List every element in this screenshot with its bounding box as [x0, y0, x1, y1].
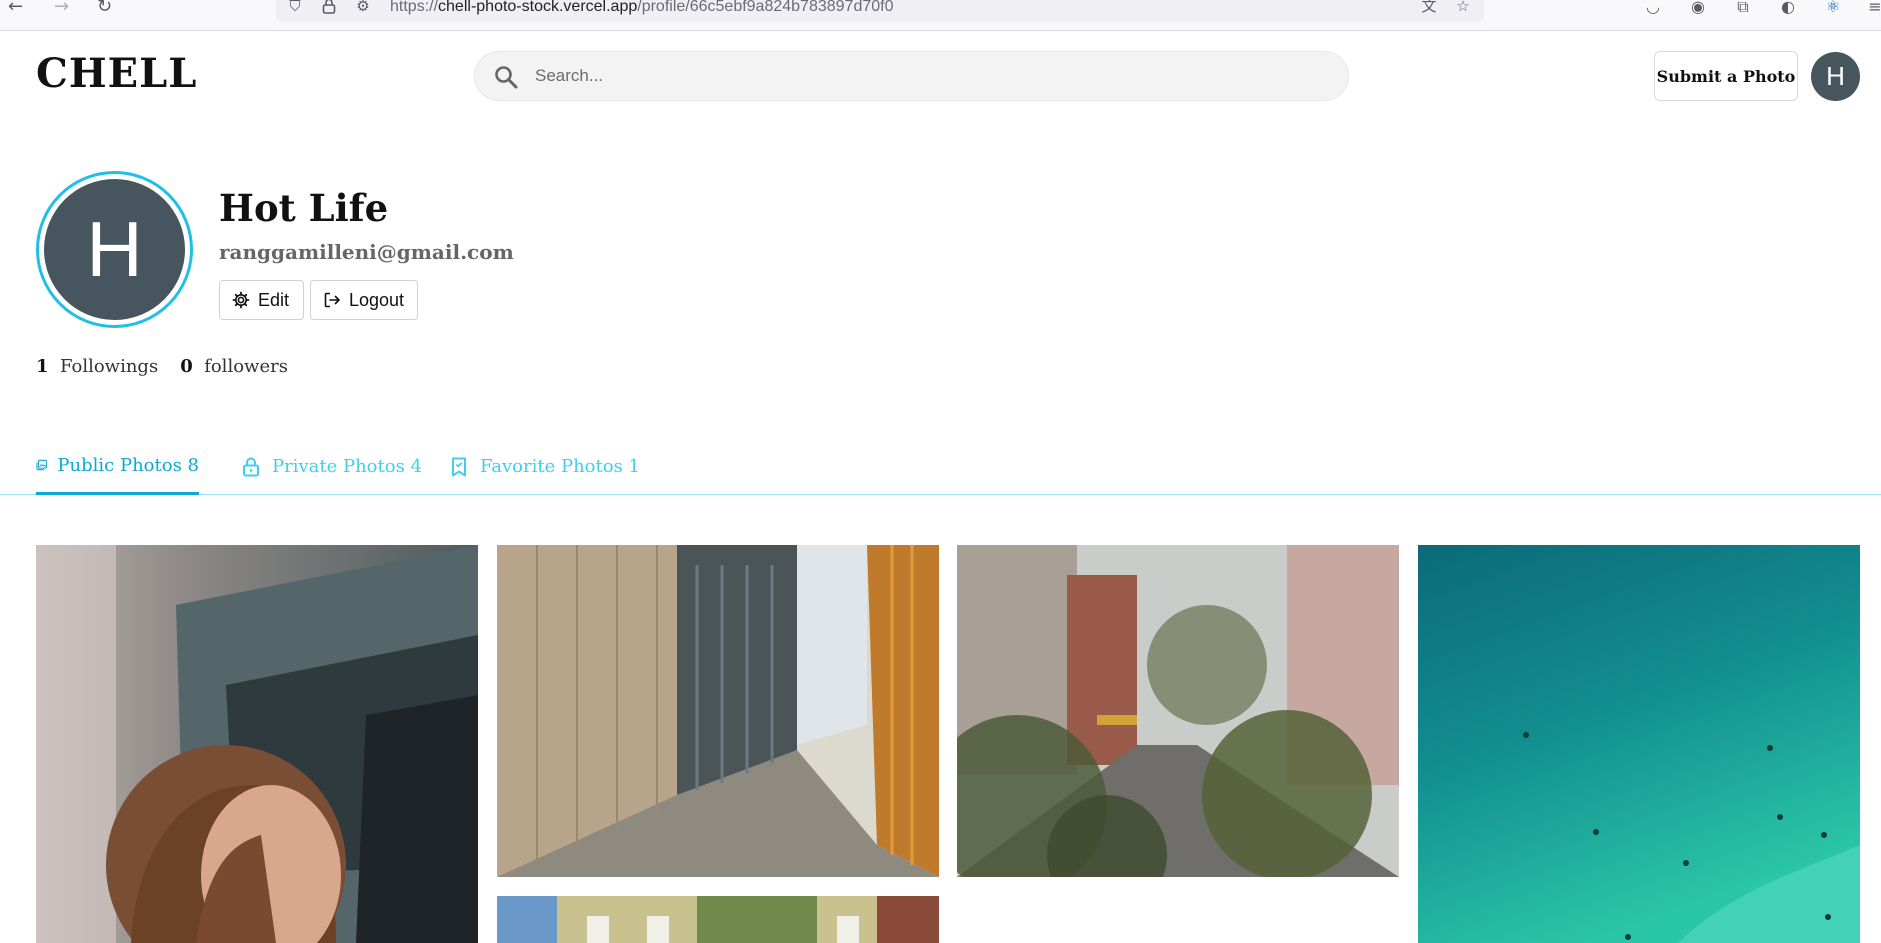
bookmark-icon	[452, 457, 466, 476]
tab-public-label: Public Photos 8	[57, 454, 199, 476]
tab-private-label: Private Photos 4	[272, 456, 423, 477]
url-prefix: https://	[390, 0, 439, 15]
permissions-icon[interactable]: ⚙	[354, 0, 372, 16]
photo-image	[497, 896, 939, 943]
url-path: /profile/66c5ebf9a824b783897d70f0	[637, 0, 894, 15]
profile-name: Hot Life	[219, 186, 389, 230]
url-text[interactable]: https://chell-photo-stock.vercel.app/pro…	[390, 0, 893, 16]
url-host: chell-photo-stock.vercel.app	[438, 0, 638, 15]
logo[interactable]: CHELL	[36, 50, 197, 97]
profile-avatar-ring: H	[36, 171, 193, 328]
photo-image	[497, 545, 939, 877]
logout-label: Logout	[349, 289, 405, 310]
photo-building-alley[interactable]	[497, 545, 939, 877]
search-icon	[495, 66, 518, 89]
star-icon[interactable]: ☆	[1454, 0, 1472, 16]
photo-image	[957, 545, 1399, 877]
follow-stats: 1 Followings 0 followers	[36, 356, 288, 377]
search-input[interactable]	[535, 52, 1325, 100]
photo-tree-lined-street[interactable]	[957, 545, 1399, 877]
photo-image	[1418, 545, 1860, 943]
logout-icon	[324, 292, 340, 308]
back-icon[interactable]: ←	[8, 0, 23, 18]
photo-woman-by-bus[interactable]	[36, 545, 478, 943]
shield-icon[interactable]: ⛉	[286, 0, 304, 16]
photo-building-facade[interactable]	[497, 896, 939, 943]
reload-icon[interactable]: ↻	[97, 0, 112, 18]
followers-count: 0	[180, 356, 193, 377]
followings-label: Followings	[59, 356, 159, 377]
followings-link[interactable]: 1 Followings	[36, 356, 158, 377]
menu-icon[interactable]: ≡	[1864, 0, 1881, 17]
lock-icon	[243, 457, 259, 476]
extensions-icon[interactable]: ⧉	[1732, 0, 1754, 17]
edit-button[interactable]: Edit	[219, 280, 304, 320]
edit-label: Edit	[258, 289, 290, 310]
gear-icon	[232, 291, 250, 309]
browser-toolbar: ← → ↻ ⛉ ⚙ https://chell-photo-stock.verc…	[0, 0, 1881, 31]
tab-favorite-photos[interactable]: Favorite Photos 1	[448, 438, 640, 495]
tab-private-photos[interactable]: Private Photos 4	[240, 438, 422, 495]
tab-favorite-label: Favorite Photos 1	[480, 456, 640, 477]
submit-photo-button[interactable]: Submit a Photo	[1654, 51, 1798, 101]
translate-icon[interactable]: 文	[1420, 0, 1438, 16]
address-bar[interactable]: ⛉ ⚙ https://chell-photo-stock.vercel.app…	[276, 0, 1484, 22]
photo-tabs: Public Photos 8 Private Photos 4 Favorit…	[0, 438, 1881, 495]
lock-icon[interactable]	[320, 0, 338, 16]
user-avatar[interactable]: H	[1811, 52, 1860, 101]
profile-avatar: H	[44, 179, 185, 320]
logout-button[interactable]: Logout	[310, 280, 418, 320]
pocket-icon[interactable]: ◡	[1642, 0, 1664, 17]
photo-image	[36, 545, 478, 943]
followers-label: followers	[204, 356, 288, 377]
followings-count: 1	[36, 356, 49, 377]
tab-public-photos[interactable]: Public Photos 8	[36, 438, 199, 495]
extension-icon[interactable]: ◐	[1777, 0, 1799, 17]
photo-turquoise-sea[interactable]	[1418, 545, 1860, 943]
search-bar[interactable]	[474, 51, 1349, 101]
gallery-icon	[36, 459, 47, 471]
profile-email: ranggamilleni@gmail.com	[219, 240, 514, 264]
account-icon[interactable]: ◉	[1687, 0, 1709, 17]
forward-icon[interactable]: →	[54, 0, 69, 18]
followers-link[interactable]: 0 followers	[180, 356, 288, 377]
react-devtools-icon[interactable]: ⚛	[1822, 0, 1844, 17]
